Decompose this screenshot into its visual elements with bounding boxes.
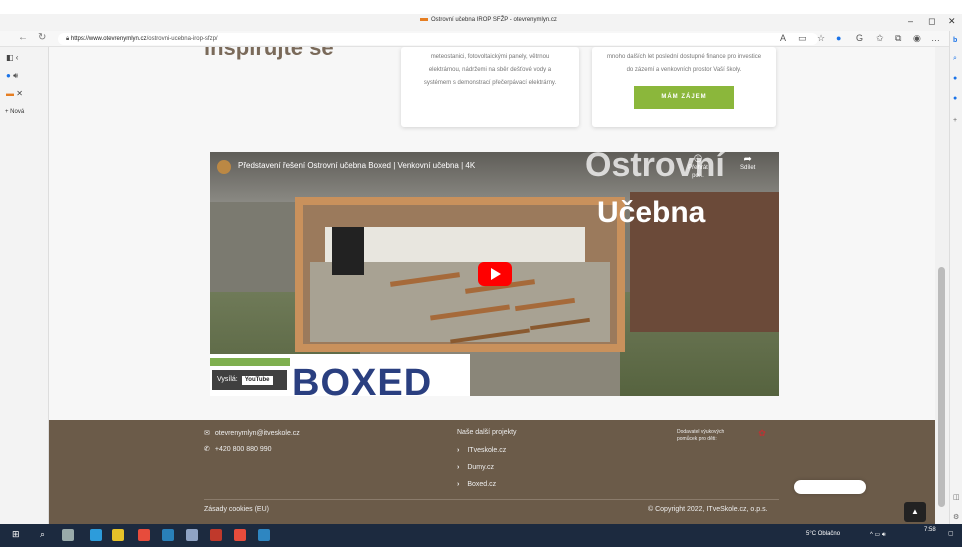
card2-text: mnoho dalších let poslední dostupné fina… [606,54,762,73]
collections-icon[interactable]: ⧉ [895,33,901,44]
edge-right-sidebar: b ⌕ ● ● + ◫ ⚙ [949,31,962,524]
logo-color-strip [210,358,290,366]
scroll-to-top-button[interactable]: ▲ [904,502,926,522]
start-icon[interactable]: ⊞ [12,529,20,540]
bing-chat-icon[interactable]: b [953,37,957,44]
favorites-icon[interactable]: ✩ [876,33,884,44]
footer-email[interactable]: otevrenymlyn@itveskole.cz [204,429,300,437]
immersive-reader-icon[interactable]: ▭ [798,33,807,44]
site-footer: otevrenymlyn@itveskole.cz +420 800 880 9… [49,420,935,524]
address-toolbar: ← ↻ 🔒︎ https://www.otevrenymlyn.cz/ostro… [0,31,962,47]
sidebar-app-icon[interactable]: ● [953,75,957,82]
address-input[interactable]: 🔒︎ https://www.otevrenymlyn.cz/ostrovni-… [58,33,818,45]
watch-later-label: Přehrát po... [688,165,708,179]
add-sidebar-app-icon[interactable]: + [953,117,957,124]
top-link-bar [0,0,962,14]
supplier-text: Dodavatel výukových pomůcek pro děti: [677,429,725,442]
active-tab-icon[interactable]: ▬ ✕ [6,89,23,98]
refresh-icon[interactable]: ↻ [38,32,46,43]
page-heading: inspirujte se [204,47,334,60]
app-icon[interactable] [186,529,198,541]
weather-widget[interactable]: 5°C Oblačno [806,531,840,537]
share-button[interactable]: ➦ Sdílet [740,154,756,172]
notification-icon[interactable]: ▢ [948,530,954,537]
app-icon[interactable] [258,529,270,541]
channel-avatar[interactable] [217,160,231,174]
url-host: https://www.otevrenymlyn.cz [70,36,147,42]
back-icon[interactable]: ← [18,32,28,43]
boxed-logo: BOXED [292,362,433,396]
app-icon[interactable] [210,529,222,541]
web-page: inspirujte se meteostanici, fotovoltaick… [49,47,935,524]
sidebar-settings-icon[interactable]: ⚙ [953,513,959,521]
footer-divider [204,499,779,500]
sidebar-layout-icon[interactable]: ◫ [953,493,960,501]
app-icon[interactable] [162,529,174,541]
favorite-star-icon[interactable]: ☆ [817,33,825,44]
copyright-text: © Copyright 2022, ITveSkole.cz, o.p.s. [648,506,768,513]
video-title[interactable]: Představení řešení Ostrovní učebna Boxed… [238,161,475,170]
close-window-icon[interactable]: ✕ [948,16,956,27]
tab-actions-icon[interactable]: ◧ ‹ [6,53,18,62]
url-path: /ostrovni-ucebna-irop-sfzp/ [146,36,218,42]
edge-app-icon[interactable] [90,529,102,541]
refresh-extension-icon[interactable]: G [856,33,863,43]
vertical-tabs-sidebar: ◧ ‹ ● 🔊︎ ▬ ✕ + Nová [0,47,49,524]
share-label: Sdílet [740,165,756,171]
sidebar-app-icon[interactable]: ● [953,95,957,102]
supplier-logo[interactable]: ✿ [749,428,775,450]
maximize-icon[interactable]: ◻ [928,16,935,27]
extension-icon[interactable]: ● [836,33,841,43]
more-menu-icon[interactable]: … [931,33,940,43]
project-link[interactable]: Dumy.cz [457,464,494,471]
search-icon[interactable]: ⌕ [40,529,45,540]
video-screen [332,227,364,275]
share-icon: ➦ [743,154,752,165]
page-scrollbar[interactable] [935,47,949,524]
window-titlebar: Ostrovní učebna IROP SFŽP - otevrenymlyn… [0,14,962,31]
clock-icon: 🕘︎ [694,154,702,165]
chrome-app-icon[interactable] [138,529,150,541]
projects-heading: Naše další projekty [457,429,517,436]
clock[interactable]: 7:58 [924,527,936,533]
project-link[interactable]: ITveskole.cz [457,447,506,454]
youtube-logo: YouTube [241,376,273,385]
explorer-app-icon[interactable] [112,529,124,541]
tray-icons[interactable]: ^ ▭ 🔊︎ [870,531,886,539]
profile-icon[interactable]: ◉ [913,33,921,44]
youtube-video-player[interactable]: Představení řešení Ostrovní učebna Boxed… [210,152,779,396]
youtube-watermark[interactable]: Vysílá: YouTube [212,370,287,390]
task-view-icon[interactable] [62,529,74,541]
read-aloud-icon[interactable]: A [780,33,786,43]
window-title: Ostrovní učebna IROP SFŽP - otevrenymlyn… [420,17,557,23]
card1-text: meteostanici, fotovoltaickými panely, vě… [423,54,557,86]
interest-button[interactable]: MÁM ZÁJEM [634,86,734,109]
chat-widget[interactable] [794,480,866,494]
video-overlay-main: Učebna [597,196,706,229]
search-icon[interactable]: ⌕ [953,55,957,63]
feature-card-2: mnoho dalších let poslední dostupné fina… [592,47,776,127]
watch-later-button[interactable]: 🕘︎ Přehrát po... [685,154,711,180]
cookies-link[interactable]: Zásady cookies (EU) [204,506,269,513]
new-tab-button[interactable]: + Nová [5,109,24,115]
footer-phone[interactable]: +420 800 880 990 [204,445,272,453]
play-button[interactable] [478,262,512,286]
feature-card-1: meteostanici, fotovoltaickými panely, vě… [401,47,579,127]
minimize-icon[interactable]: – [908,16,913,26]
windows-taskbar: ⊞ ⌕ 5°C Oblačno ^ ▭ 🔊︎ 7:58 ▢ [0,524,962,547]
broadcast-label: Vysílá: [217,376,238,383]
scrollbar-thumb[interactable] [938,267,945,507]
acrobat-app-icon[interactable] [234,529,246,541]
project-link[interactable]: Boxed.cz [457,481,496,488]
tab-favicon-icon[interactable]: ● 🔊︎ [6,71,18,81]
